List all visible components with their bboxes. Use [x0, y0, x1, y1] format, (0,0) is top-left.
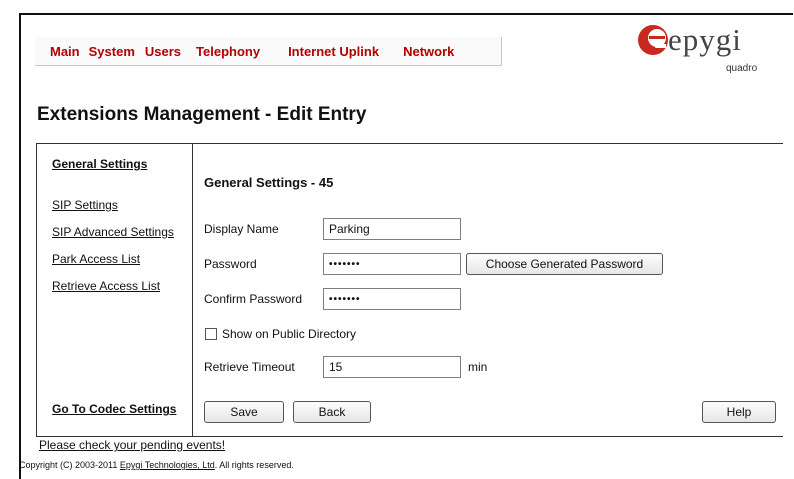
nav-telephony[interactable]: Telephony: [196, 44, 260, 59]
password-label: Password: [204, 257, 257, 271]
copyright-prefix: Copyright (C) 2003-2011: [19, 460, 120, 470]
sidebar-item-park-access-list[interactable]: Park Access List: [52, 252, 140, 266]
sidebar-item-codec-settings[interactable]: Go To Codec Settings: [52, 402, 176, 416]
nav-internet-uplink[interactable]: Internet Uplink: [288, 44, 379, 59]
epygi-logo-mark-icon: [638, 25, 668, 55]
sidebar: General Settings SIP Settings SIP Advanc…: [37, 144, 193, 436]
retrieve-timeout-label: Retrieve Timeout: [204, 360, 295, 374]
confirm-password-input[interactable]: [323, 288, 461, 310]
nav-main[interactable]: Main: [50, 44, 80, 59]
page-title: Extensions Management - Edit Entry: [37, 104, 367, 125]
confirm-password-label: Confirm Password: [204, 292, 303, 306]
save-button[interactable]: Save: [204, 401, 284, 423]
logo-subtitle: quadro: [726, 63, 758, 74]
form-heading: General Settings - 45: [204, 175, 334, 190]
main-form: General Settings - 45 Display Name Passw…: [193, 144, 783, 436]
company-link[interactable]: Epygi Technologies, Ltd: [120, 460, 215, 470]
sidebar-item-sip-settings[interactable]: SIP Settings: [52, 198, 118, 212]
nav-system[interactable]: System: [89, 44, 135, 59]
back-button[interactable]: Back: [293, 401, 371, 423]
content-panel: General Settings SIP Settings SIP Advanc…: [36, 143, 783, 437]
copyright-notice: Copyright (C) 2003-2011 Epygi Technologi…: [19, 460, 294, 470]
copyright-suffix: . All rights reserved.: [214, 460, 294, 470]
public-directory-checkbox[interactable]: [205, 328, 217, 340]
top-nav: Main System Users Telephony Internet Upl…: [35, 37, 502, 66]
help-button[interactable]: Help: [702, 401, 776, 423]
epygi-logo: epygi quadro: [636, 23, 766, 83]
public-directory-label: Show on Public Directory: [222, 327, 357, 341]
retrieve-timeout-unit: min: [468, 360, 488, 374]
pending-events-link[interactable]: Please check your pending events!: [39, 438, 225, 452]
nav-users[interactable]: Users: [145, 44, 181, 59]
choose-generated-password-button[interactable]: Choose Generated Password: [466, 253, 663, 275]
sidebar-item-sip-advanced-settings[interactable]: SIP Advanced Settings: [52, 225, 174, 239]
sidebar-item-retrieve-access-list[interactable]: Retrieve Access List: [52, 279, 160, 293]
display-name-input[interactable]: [323, 218, 461, 240]
sidebar-item-general-settings[interactable]: General Settings: [52, 157, 147, 171]
display-name-label: Display Name: [204, 222, 279, 236]
nav-network[interactable]: Network: [403, 44, 454, 59]
logo-wordmark: epygi: [668, 22, 742, 57]
retrieve-timeout-input[interactable]: [323, 356, 461, 378]
password-input[interactable]: [323, 253, 461, 275]
